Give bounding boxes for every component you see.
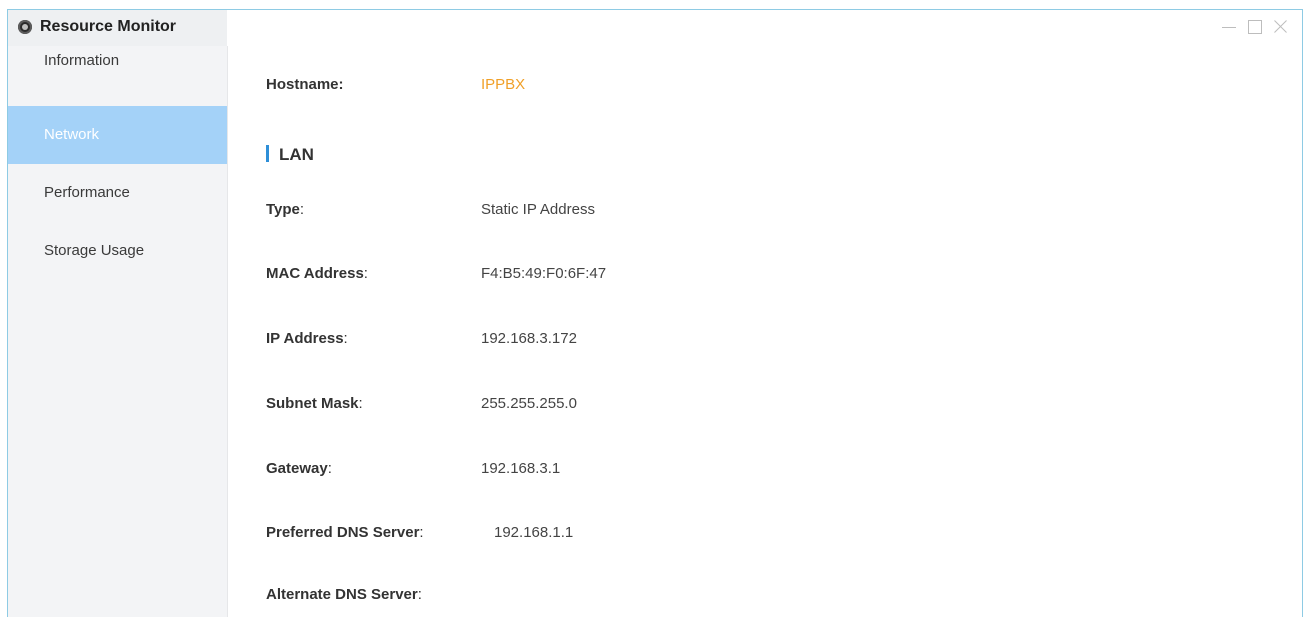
- title-bar: Resource Monitor: [8, 10, 1302, 46]
- mac-address-value: F4:B5:49:F0:6F:47: [481, 265, 607, 282]
- sidebar-item-performance[interactable]: Performance: [8, 164, 227, 222]
- type-label: Type:: [266, 201, 305, 218]
- close-icon[interactable]: [1272, 18, 1290, 36]
- subnet-mask-value: 255.255.255.0: [481, 395, 577, 412]
- hostname-label: Hostname:: [266, 76, 344, 93]
- type-value: Static IP Address: [481, 201, 595, 218]
- gateway-label: Gateway:: [266, 460, 332, 477]
- resource-monitor-window: Resource Monitor Information Network Per…: [7, 9, 1303, 617]
- alternate-dns-row: Alternate DNS Server:: [266, 586, 422, 603]
- sidebar: Information Network Performance Storage …: [8, 46, 228, 617]
- preferred-dns-label: Preferred DNS Server:: [266, 524, 424, 541]
- sidebar-item-information[interactable]: Information: [8, 46, 227, 76]
- hostname-row: Hostname: IPPBX: [266, 76, 525, 93]
- ip-address-value: 192.168.3.172: [481, 330, 577, 347]
- sidebar-item-storage-usage[interactable]: Storage Usage: [8, 222, 227, 280]
- type-row: Type: Static IP Address: [266, 201, 595, 218]
- preferred-dns-value: 192.168.1.1: [494, 524, 574, 541]
- subnet-mask-row: Subnet Mask: 255.255.255.0: [266, 395, 577, 412]
- lan-section-title: LAN: [266, 145, 314, 165]
- preferred-dns-row: Preferred DNS Server: 192.168.1.1: [266, 524, 573, 541]
- alternate-dns-label: Alternate DNS Server:: [266, 586, 422, 603]
- gateway-row: Gateway: 192.168.3.1: [266, 460, 560, 477]
- minimize-icon[interactable]: [1220, 18, 1238, 36]
- title-bar-left: Resource Monitor: [8, 10, 227, 46]
- subnet-mask-label: Subnet Mask:: [266, 395, 363, 412]
- window-title: Resource Monitor: [40, 18, 177, 35]
- section-marker: [266, 145, 269, 162]
- ip-address-row: IP Address: 192.168.3.172: [266, 330, 577, 347]
- sidebar-item-network[interactable]: Network: [8, 106, 227, 164]
- gateway-value: 192.168.3.1: [481, 460, 561, 477]
- mac-address-label: MAC Address:: [266, 265, 368, 282]
- section-title-text: LAN: [279, 145, 314, 164]
- mac-address-row: MAC Address: F4:B5:49:F0:6F:47: [266, 265, 606, 282]
- hostname-value: IPPBX: [481, 76, 526, 93]
- ip-address-label: IP Address:: [266, 330, 348, 347]
- maximize-icon[interactable]: [1246, 18, 1264, 36]
- network-panel: Hostname: IPPBX LAN Type: Static IP Addr…: [228, 46, 1302, 617]
- resource-monitor-icon: [18, 20, 32, 34]
